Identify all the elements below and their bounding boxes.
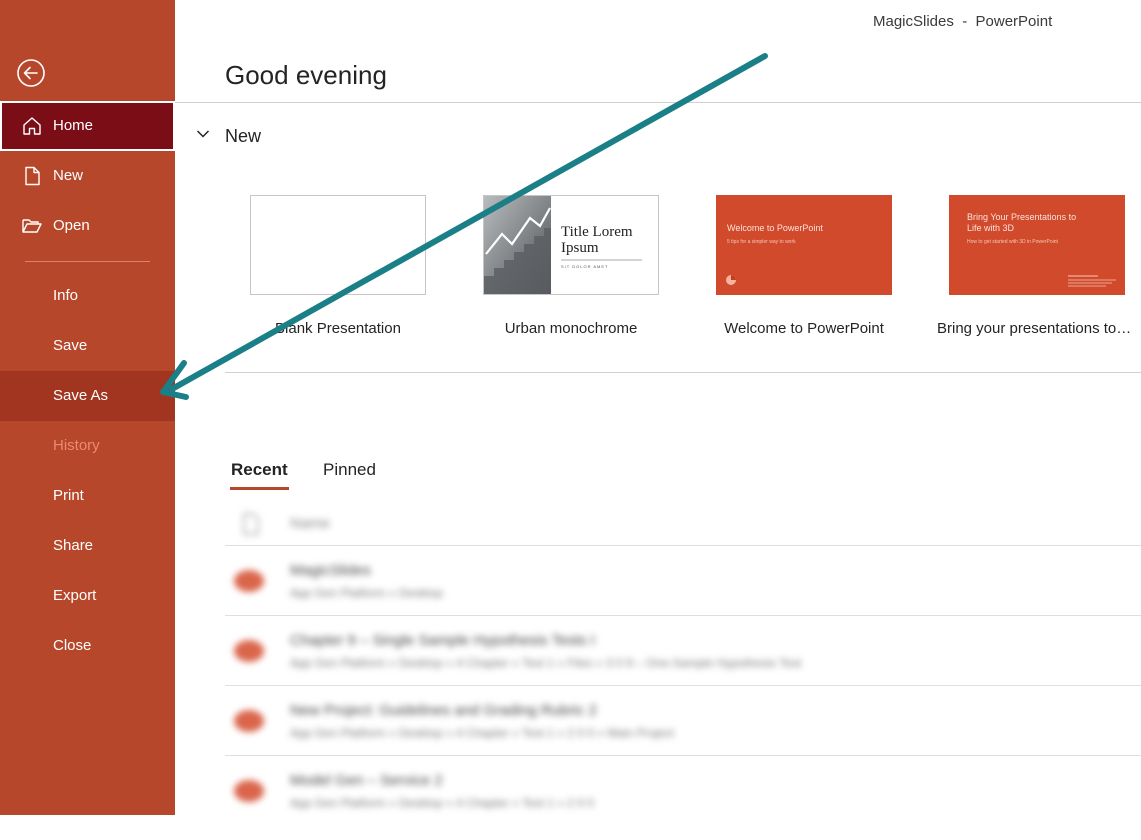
annotation-arrow-icon <box>160 53 768 400</box>
